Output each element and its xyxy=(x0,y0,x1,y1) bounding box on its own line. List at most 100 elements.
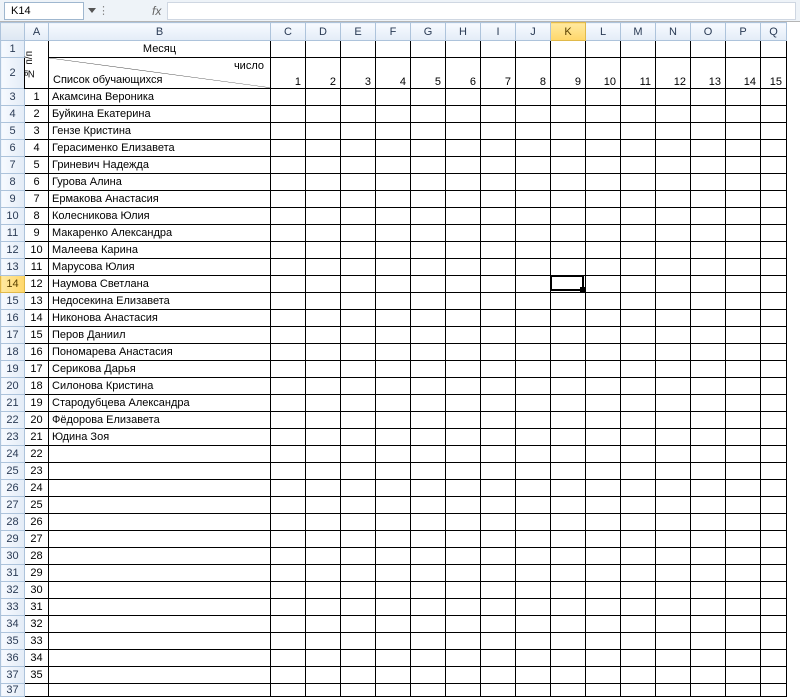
cell[interactable] xyxy=(481,378,516,395)
cell[interactable] xyxy=(586,582,621,599)
cell[interactable] xyxy=(516,89,551,106)
cell[interactable] xyxy=(271,463,306,480)
cell[interactable] xyxy=(551,633,586,650)
cell[interactable] xyxy=(376,225,411,242)
student-index[interactable]: 24 xyxy=(25,480,49,497)
cell[interactable] xyxy=(341,446,376,463)
cell[interactable] xyxy=(761,361,787,378)
cell[interactable] xyxy=(621,531,656,548)
cell[interactable] xyxy=(586,497,621,514)
cell[interactable] xyxy=(761,259,787,276)
cell[interactable] xyxy=(446,548,481,565)
cell[interactable] xyxy=(621,667,656,684)
cell[interactable] xyxy=(376,259,411,276)
cell[interactable] xyxy=(411,599,446,616)
cell[interactable] xyxy=(656,41,691,58)
spreadsheet-grid[interactable]: ABCDEFGHIJKLMNOPQ 1№ п/пМесяц2Список обу… xyxy=(0,22,800,697)
cell[interactable] xyxy=(691,106,726,123)
day-header[interactable]: 5 xyxy=(411,58,446,89)
cell[interactable] xyxy=(516,599,551,616)
cell[interactable] xyxy=(306,633,341,650)
student-name[interactable] xyxy=(49,446,271,463)
cell[interactable] xyxy=(586,344,621,361)
cell[interactable] xyxy=(341,531,376,548)
cell[interactable] xyxy=(271,582,306,599)
cell[interactable] xyxy=(551,497,586,514)
cell[interactable] xyxy=(726,378,761,395)
row-header[interactable]: 33 xyxy=(1,599,25,616)
cell[interactable] xyxy=(691,225,726,242)
cell[interactable] xyxy=(481,310,516,327)
cell[interactable] xyxy=(446,565,481,582)
cell[interactable] xyxy=(306,378,341,395)
student-name[interactable] xyxy=(49,633,271,650)
cell[interactable] xyxy=(271,497,306,514)
cell[interactable] xyxy=(551,378,586,395)
cell[interactable] xyxy=(726,633,761,650)
cell[interactable] xyxy=(586,667,621,684)
cell[interactable] xyxy=(411,412,446,429)
cell[interactable] xyxy=(481,480,516,497)
cell[interactable] xyxy=(761,548,787,565)
cell[interactable] xyxy=(656,225,691,242)
cell[interactable] xyxy=(761,633,787,650)
cell[interactable] xyxy=(691,344,726,361)
student-index[interactable]: 21 xyxy=(25,429,49,446)
cell[interactable] xyxy=(586,106,621,123)
cell[interactable] xyxy=(691,310,726,327)
cell[interactable] xyxy=(586,548,621,565)
cell[interactable] xyxy=(25,684,49,697)
cell[interactable] xyxy=(551,41,586,58)
cell[interactable] xyxy=(621,41,656,58)
student-name[interactable] xyxy=(49,463,271,480)
cell[interactable] xyxy=(516,208,551,225)
cell[interactable] xyxy=(726,463,761,480)
cell[interactable] xyxy=(726,565,761,582)
cell[interactable] xyxy=(481,446,516,463)
name-box-wrap[interactable]: K14 xyxy=(4,2,96,20)
cell[interactable] xyxy=(446,429,481,446)
cell[interactable] xyxy=(376,157,411,174)
cell[interactable] xyxy=(691,429,726,446)
cell[interactable] xyxy=(376,548,411,565)
cell[interactable] xyxy=(621,310,656,327)
student-name[interactable]: Акамсина Вероника xyxy=(49,89,271,106)
cell[interactable] xyxy=(726,293,761,310)
cell[interactable] xyxy=(691,599,726,616)
cell[interactable] xyxy=(586,565,621,582)
cell[interactable] xyxy=(586,259,621,276)
cell[interactable] xyxy=(551,395,586,412)
cell[interactable] xyxy=(656,480,691,497)
day-header[interactable]: 13 xyxy=(691,58,726,89)
cell[interactable] xyxy=(271,633,306,650)
cell[interactable] xyxy=(586,41,621,58)
row-header[interactable]: 11 xyxy=(1,225,25,242)
cell[interactable] xyxy=(761,497,787,514)
cell[interactable] xyxy=(586,531,621,548)
cell[interactable] xyxy=(481,429,516,446)
cell[interactable] xyxy=(446,225,481,242)
cell[interactable] xyxy=(341,361,376,378)
cell[interactable] xyxy=(271,123,306,140)
cell[interactable] xyxy=(726,395,761,412)
cell[interactable] xyxy=(411,106,446,123)
cell[interactable] xyxy=(481,225,516,242)
cell[interactable] xyxy=(516,667,551,684)
cell[interactable] xyxy=(691,174,726,191)
cell[interactable] xyxy=(761,191,787,208)
cell[interactable] xyxy=(656,310,691,327)
cell[interactable] xyxy=(761,378,787,395)
cell[interactable] xyxy=(411,429,446,446)
cell[interactable] xyxy=(551,140,586,157)
cell[interactable] xyxy=(306,123,341,140)
cell[interactable] xyxy=(376,633,411,650)
select-all-corner[interactable] xyxy=(1,23,25,41)
cell[interactable] xyxy=(376,582,411,599)
student-index[interactable]: 2 xyxy=(25,106,49,123)
day-header[interactable]: 8 xyxy=(516,58,551,89)
cell[interactable] xyxy=(49,684,271,697)
cell[interactable] xyxy=(691,242,726,259)
students-list-header[interactable]: Список обучающихсячисло xyxy=(49,58,271,89)
cell[interactable] xyxy=(551,412,586,429)
student-name[interactable]: Никонова Анастасия xyxy=(49,310,271,327)
